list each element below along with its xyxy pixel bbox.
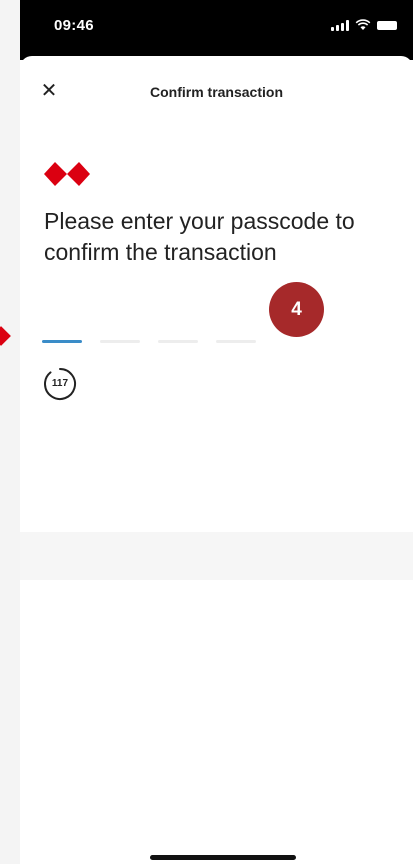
countdown-timer: 117 xyxy=(42,366,78,402)
red-diamond-marker-icon xyxy=(0,326,11,346)
passcode-input[interactable] xyxy=(42,340,256,343)
passcode-digit-slot xyxy=(158,340,198,343)
bank-logo-icon xyxy=(44,162,90,186)
wifi-icon xyxy=(355,19,371,30)
confirm-transaction-sheet: ✕ Confirm transaction Please enter your … xyxy=(20,56,413,864)
passcode-digit-slot xyxy=(216,340,256,343)
home-indicator xyxy=(150,855,296,860)
status-time: 09:46 xyxy=(54,17,94,34)
passcode-digit-slot xyxy=(42,340,82,343)
passcode-prompt-heading: Please enter your passcode to confirm th… xyxy=(44,208,355,265)
status-bar: 09:46 xyxy=(20,0,413,60)
step-number-badge: 4 xyxy=(269,282,324,337)
status-icons xyxy=(331,18,397,32)
page-title: Confirm transaction xyxy=(149,84,283,100)
background-page-edge xyxy=(0,0,20,864)
timer-seconds: 117 xyxy=(51,378,69,389)
battery-icon xyxy=(377,20,397,30)
passcode-digit-slot xyxy=(100,340,140,343)
phone-screen: 09:46 ✕ Confirm transaction Please enter… xyxy=(20,0,413,864)
signal-icon xyxy=(331,19,349,31)
divider-band xyxy=(20,532,413,580)
